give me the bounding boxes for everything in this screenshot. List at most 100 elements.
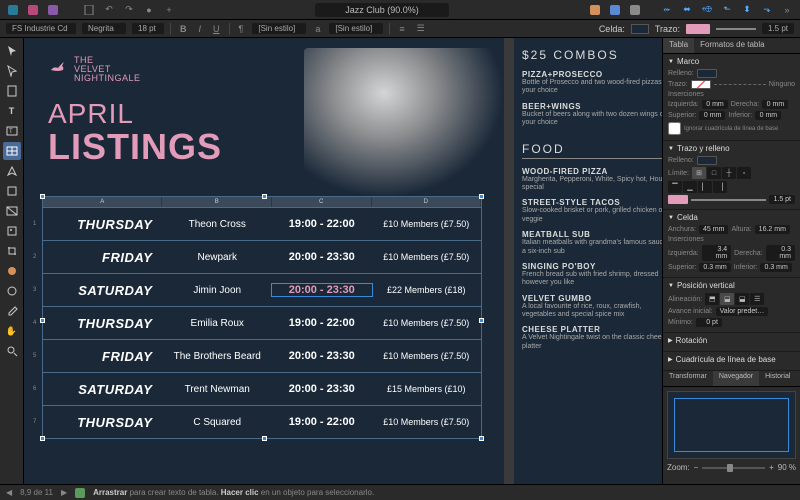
tab-tabla[interactable]: Tabla	[663, 38, 694, 53]
page-tool-icon[interactable]	[3, 82, 21, 100]
app-icon-3[interactable]	[46, 3, 60, 17]
row-number[interactable]: 2	[33, 241, 41, 273]
zoom-value-field[interactable]: 90 %	[778, 463, 796, 472]
cell-time[interactable]: 20:00 - 23:30	[272, 350, 372, 362]
baseline-checkbox[interactable]	[668, 122, 681, 135]
align-top-icon[interactable]: ⬑	[720, 3, 734, 17]
char-style-icon[interactable]: a	[312, 24, 323, 34]
cell-time[interactable]: 19:00 - 22:00	[272, 218, 372, 230]
font-size-field[interactable]: 18 pt	[132, 23, 164, 34]
cell-act[interactable]: Emilia Roux	[162, 318, 271, 329]
cell-act[interactable]: Trent Newman	[162, 384, 271, 395]
plus-icon[interactable]: +	[162, 3, 176, 17]
cell-day[interactable]: FRIDAY	[43, 250, 162, 265]
stroke-color-swatch[interactable]	[668, 195, 688, 204]
disclosure-icon[interactable]: ▶	[668, 356, 673, 363]
disclosure-icon[interactable]: ▶	[668, 337, 673, 344]
swatch-icon-1[interactable]	[588, 3, 602, 17]
cell-day[interactable]: THURSDAY	[43, 316, 162, 331]
zoom-tool-icon[interactable]	[3, 342, 21, 360]
cell-time[interactable]: 20:00 - 23:30	[272, 284, 372, 296]
cell-day[interactable]: FRIDAY	[43, 349, 162, 364]
cell-act[interactable]: Jimin Joon	[162, 285, 271, 296]
border-all-icon[interactable]: ⊞	[692, 167, 706, 179]
valign-top-icon[interactable]: ⬒	[705, 293, 719, 305]
right-field[interactable]: 0 mm	[762, 100, 788, 109]
selection-handle[interactable]	[262, 194, 267, 199]
redo-icon[interactable]: ↷	[122, 3, 136, 17]
hand-tool-icon[interactable]: ✋	[3, 322, 21, 340]
tab-transformar[interactable]: Transformar	[663, 371, 713, 386]
row-number[interactable]: 5	[33, 340, 41, 372]
row-number[interactable]: 1	[33, 208, 41, 240]
cell-price[interactable]: £10 Members (£7.50)	[372, 351, 481, 361]
selection-handle[interactable]	[40, 194, 45, 199]
cell-price[interactable]: £10 Members (£7.50)	[372, 417, 481, 427]
table-row[interactable]: 4 THURSDAY Emilia Roux 19:00 - 22:00 £10…	[43, 306, 481, 339]
cell-price[interactable]: £10 Members (£7.50)	[372, 252, 481, 262]
col-letter[interactable]: B	[162, 197, 272, 207]
picture-frame-tool-icon[interactable]	[3, 202, 21, 220]
col-letter[interactable]: C	[272, 197, 372, 207]
col-letter[interactable]: D	[372, 197, 482, 207]
shape-tool-icon[interactable]	[3, 182, 21, 200]
menu-text-frame[interactable]: $25 COMBOS PIZZA+PROSECCOBottle of Prose…	[514, 38, 662, 484]
table-row[interactable]: 7 THURSDAY C Squared 19:00 - 22:00 £10 M…	[43, 405, 481, 438]
frame-text-tool-icon[interactable]: T	[3, 122, 21, 140]
cell-day[interactable]: SATURDAY	[43, 283, 162, 298]
cell-day[interactable]: THURSDAY	[43, 217, 162, 232]
stroke-color-swatch[interactable]	[686, 24, 710, 34]
table-tool-icon[interactable]	[3, 142, 21, 160]
color-picker-tool-icon[interactable]	[3, 302, 21, 320]
table-row[interactable]: 2 FRIDAY Newpark 20:00 - 23:30 £10 Membe…	[43, 240, 481, 273]
cell-act[interactable]: C Squared	[162, 417, 271, 428]
selection-handle[interactable]	[479, 194, 484, 199]
min-field[interactable]: 0 pt	[696, 318, 722, 327]
zoom-slider[interactable]	[702, 467, 765, 469]
fill-swatch[interactable]	[697, 69, 717, 78]
row-number[interactable]: 6	[33, 373, 41, 405]
align-left-text-icon[interactable]: ≡	[396, 24, 407, 34]
navigator-thumbnail[interactable]	[667, 391, 796, 459]
disclosure-icon[interactable]: ▼	[668, 59, 674, 65]
left-field[interactable]: 3.4 mm	[702, 245, 731, 261]
zoom-in-icon[interactable]: +	[769, 463, 774, 472]
align-bottom-icon[interactable]: ⬎	[760, 3, 774, 17]
canvas[interactable]: THE VELVET NIGHTINGALE APRIL LISTINGS	[24, 38, 662, 484]
stroke-swatch[interactable]	[691, 80, 711, 89]
underline-button[interactable]: U	[210, 24, 223, 34]
align-center-h-icon[interactable]: ⬌	[680, 3, 694, 17]
italic-button[interactable]: I	[196, 24, 205, 34]
cell-day[interactable]: SATURDAY	[43, 382, 162, 397]
valign-justify-icon[interactable]: ☰	[750, 293, 764, 305]
transparency-tool-icon[interactable]	[3, 282, 21, 300]
row-number[interactable]: 4	[33, 307, 41, 339]
row-number[interactable]: 3	[33, 274, 41, 306]
page-left-icon[interactable]: ◀	[6, 488, 12, 497]
bottom-field[interactable]: 0.3 mm	[760, 263, 791, 272]
advance-field[interactable]: Valor predet…	[716, 307, 769, 316]
right-field[interactable]: 0.3 mm	[766, 245, 795, 261]
width-field[interactable]: 45 mm	[699, 225, 728, 234]
disclosure-icon[interactable]: ▼	[668, 146, 674, 152]
cell-act[interactable]: Theon Cross	[162, 219, 271, 230]
place-image-tool-icon[interactable]	[3, 222, 21, 240]
cell-act[interactable]: The Brothers Beard	[162, 351, 271, 362]
font-family-field[interactable]: FS Industrie Cd	[6, 23, 76, 34]
fill-swatch[interactable]	[697, 156, 717, 165]
valign-bottom-icon[interactable]: ⬓	[735, 293, 749, 305]
cell-price[interactable]: £22 Members (£18)	[372, 285, 481, 295]
bottom-field[interactable]: 0 mm	[755, 111, 781, 120]
cell-day[interactable]: THURSDAY	[43, 415, 162, 430]
app-icon-1[interactable]	[6, 3, 20, 17]
align-center-v-icon[interactable]: ⬍	[740, 3, 754, 17]
cell-act[interactable]: Newpark	[162, 252, 271, 263]
table-row[interactable]: 6 SATURDAY Trent Newman 20:00 - 23:30 £1…	[43, 372, 481, 405]
disclosure-icon[interactable]: ▼	[668, 215, 674, 221]
border-top-icon[interactable]: ▔	[668, 181, 682, 193]
listings-table[interactable]: A B C D 1 THURSDAY Theon Cross 19:00 - 2…	[42, 196, 482, 439]
border-left-icon[interactable]: ▏	[698, 181, 712, 193]
swatch-icon-2[interactable]	[608, 3, 622, 17]
dot-icon[interactable]: ●	[142, 3, 156, 17]
border-none-icon[interactable]: ▫	[737, 167, 751, 179]
